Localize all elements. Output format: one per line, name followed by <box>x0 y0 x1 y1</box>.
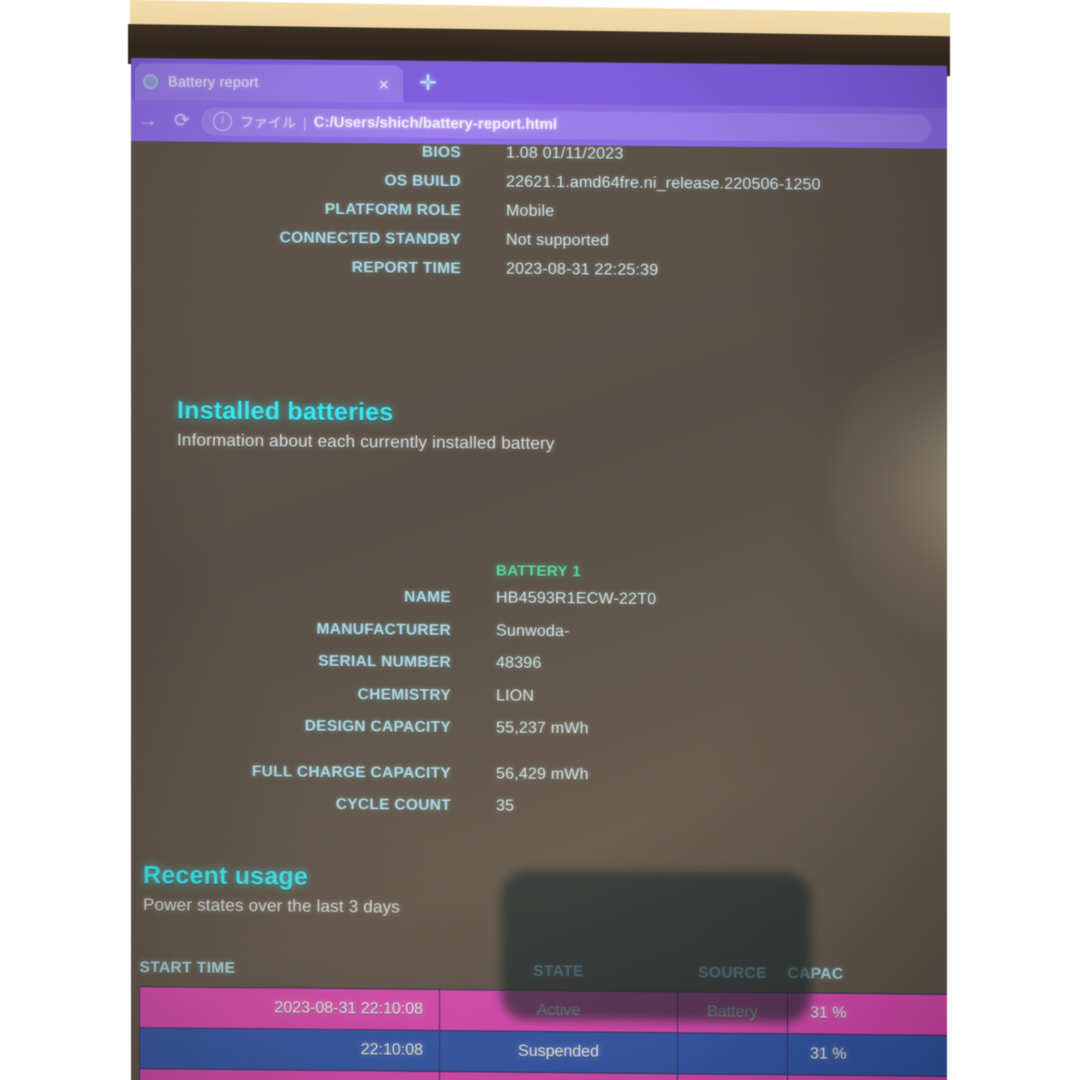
row-value: HB4593R1ECW-22T0 <box>496 589 657 609</box>
reload-icon[interactable]: ⟳ <box>165 109 199 132</box>
page-icon <box>143 74 158 90</box>
row-label: OS BUILD <box>384 172 461 191</box>
section-subtitle: Power states over the last 3 days <box>143 895 401 917</box>
row-value: 56,429 mWh <box>496 765 589 783</box>
cell-start-time: 22:10:44 <box>139 1068 440 1080</box>
cell-start-time: 2023-08-31 22:10:08 <box>139 986 440 1031</box>
column-header-source: SOURCE <box>698 964 767 983</box>
row-value: Sunwoda- <box>496 622 570 640</box>
cell-state: Active <box>439 989 678 1033</box>
row-value: 22621.1.amd64fre.ni_release.220506-1250 <box>506 173 821 194</box>
row-value: 35 <box>496 797 515 815</box>
row-label: DESIGN CAPACITY <box>304 717 451 737</box>
row-value: Mobile <box>506 202 555 221</box>
address-bar[interactable]: i ファイル | C:/Users/shich/battery-report.h… <box>201 107 931 143</box>
address-bar-url[interactable]: C:/Users/shich/battery-report.html <box>314 114 919 137</box>
browser-chrome: Battery report × ✛ → ⟳ i ファイル | C:/Users… <box>131 58 947 149</box>
cell-capacity: 31 % <box>787 1033 947 1077</box>
address-bar-scheme-label: ファイル <box>240 113 296 131</box>
column-header-start-time: START TIME <box>139 959 236 978</box>
row-value: 1.08 01/11/2023 <box>506 144 624 163</box>
table-row: CYCLE COUNT 35 <box>131 794 947 834</box>
battery-details-table: NAME HB4593R1ECW-22T0 MANUFACTURER Sunwo… <box>131 586 947 834</box>
row-label: SERIAL NUMBER <box>318 652 451 672</box>
row-label: BIOS <box>421 143 461 162</box>
column-header-state: STATE <box>533 962 584 981</box>
row-label: FULL CHARGE CAPACITY <box>251 762 451 782</box>
system-info-table: BIOS 1.08 01/11/2023 OS BUILD 22621.1.am… <box>131 141 947 294</box>
browser-tab-battery-report[interactable]: Battery report × <box>135 63 403 103</box>
laptop-screen: Battery report × ✛ → ⟳ i ファイル | C:/Users… <box>131 58 947 1080</box>
battery-report-page: BIOS 1.08 01/11/2023 OS BUILD 22621.1.am… <box>131 141 947 1080</box>
recent-usage-table: START TIME STATE SOURCE CAPAC 2023-08-31… <box>139 959 947 1080</box>
row-label: CYCLE COUNT <box>335 795 451 815</box>
section-title: Installed batteries <box>177 396 394 427</box>
column-header-capacity: CAPAC <box>787 965 844 983</box>
tab-title: Battery report <box>168 73 259 91</box>
row-label: REPORT TIME <box>351 259 461 278</box>
address-bar-separator: | <box>303 114 307 131</box>
laptop-screen-photo: Battery report × ✛ → ⟳ i ファイル | C:/Users… <box>0 0 1080 1080</box>
cell-source: Battery <box>677 991 788 1034</box>
info-circle-icon[interactable]: i <box>213 111 232 131</box>
cell-state: Active <box>439 1071 678 1080</box>
row-label: CONNECTED STANDBY <box>279 229 461 249</box>
row-label: PLATFORM ROLE <box>324 200 461 220</box>
row-label: CHEMISTRY <box>357 685 451 704</box>
row-value: LION <box>496 687 535 705</box>
section-subtitle: Information about each currently install… <box>177 430 555 454</box>
cell-capacity: 31 % <box>787 992 947 1036</box>
cell-state: Suspended <box>439 1030 678 1074</box>
recent-usage-section: Recent usage Power states over the last … <box>143 861 400 917</box>
installed-batteries-section: Installed batteries Information about ea… <box>177 396 555 454</box>
close-icon[interactable]: × <box>372 74 395 94</box>
new-tab-button[interactable]: ✛ <box>415 72 441 96</box>
row-value: 2023-08-31 22:25:39 <box>506 260 659 280</box>
row-value: 55,237 mWh <box>496 719 589 738</box>
cell-source <box>677 1032 788 1075</box>
section-title: Recent usage <box>143 861 308 891</box>
cell-capacity: 31 % <box>787 1074 947 1080</box>
battery-column-header: BATTERY 1 <box>496 562 582 581</box>
row-label: NAME <box>404 588 451 607</box>
row-label: MANUFACTURER <box>316 620 451 639</box>
row-value: 48396 <box>496 654 542 672</box>
forward-arrow-icon[interactable]: → <box>131 110 165 132</box>
row-value: Not supported <box>506 231 610 250</box>
cell-start-time: 22:10:08 <box>139 1027 440 1072</box>
cell-source: Battery <box>677 1073 788 1080</box>
